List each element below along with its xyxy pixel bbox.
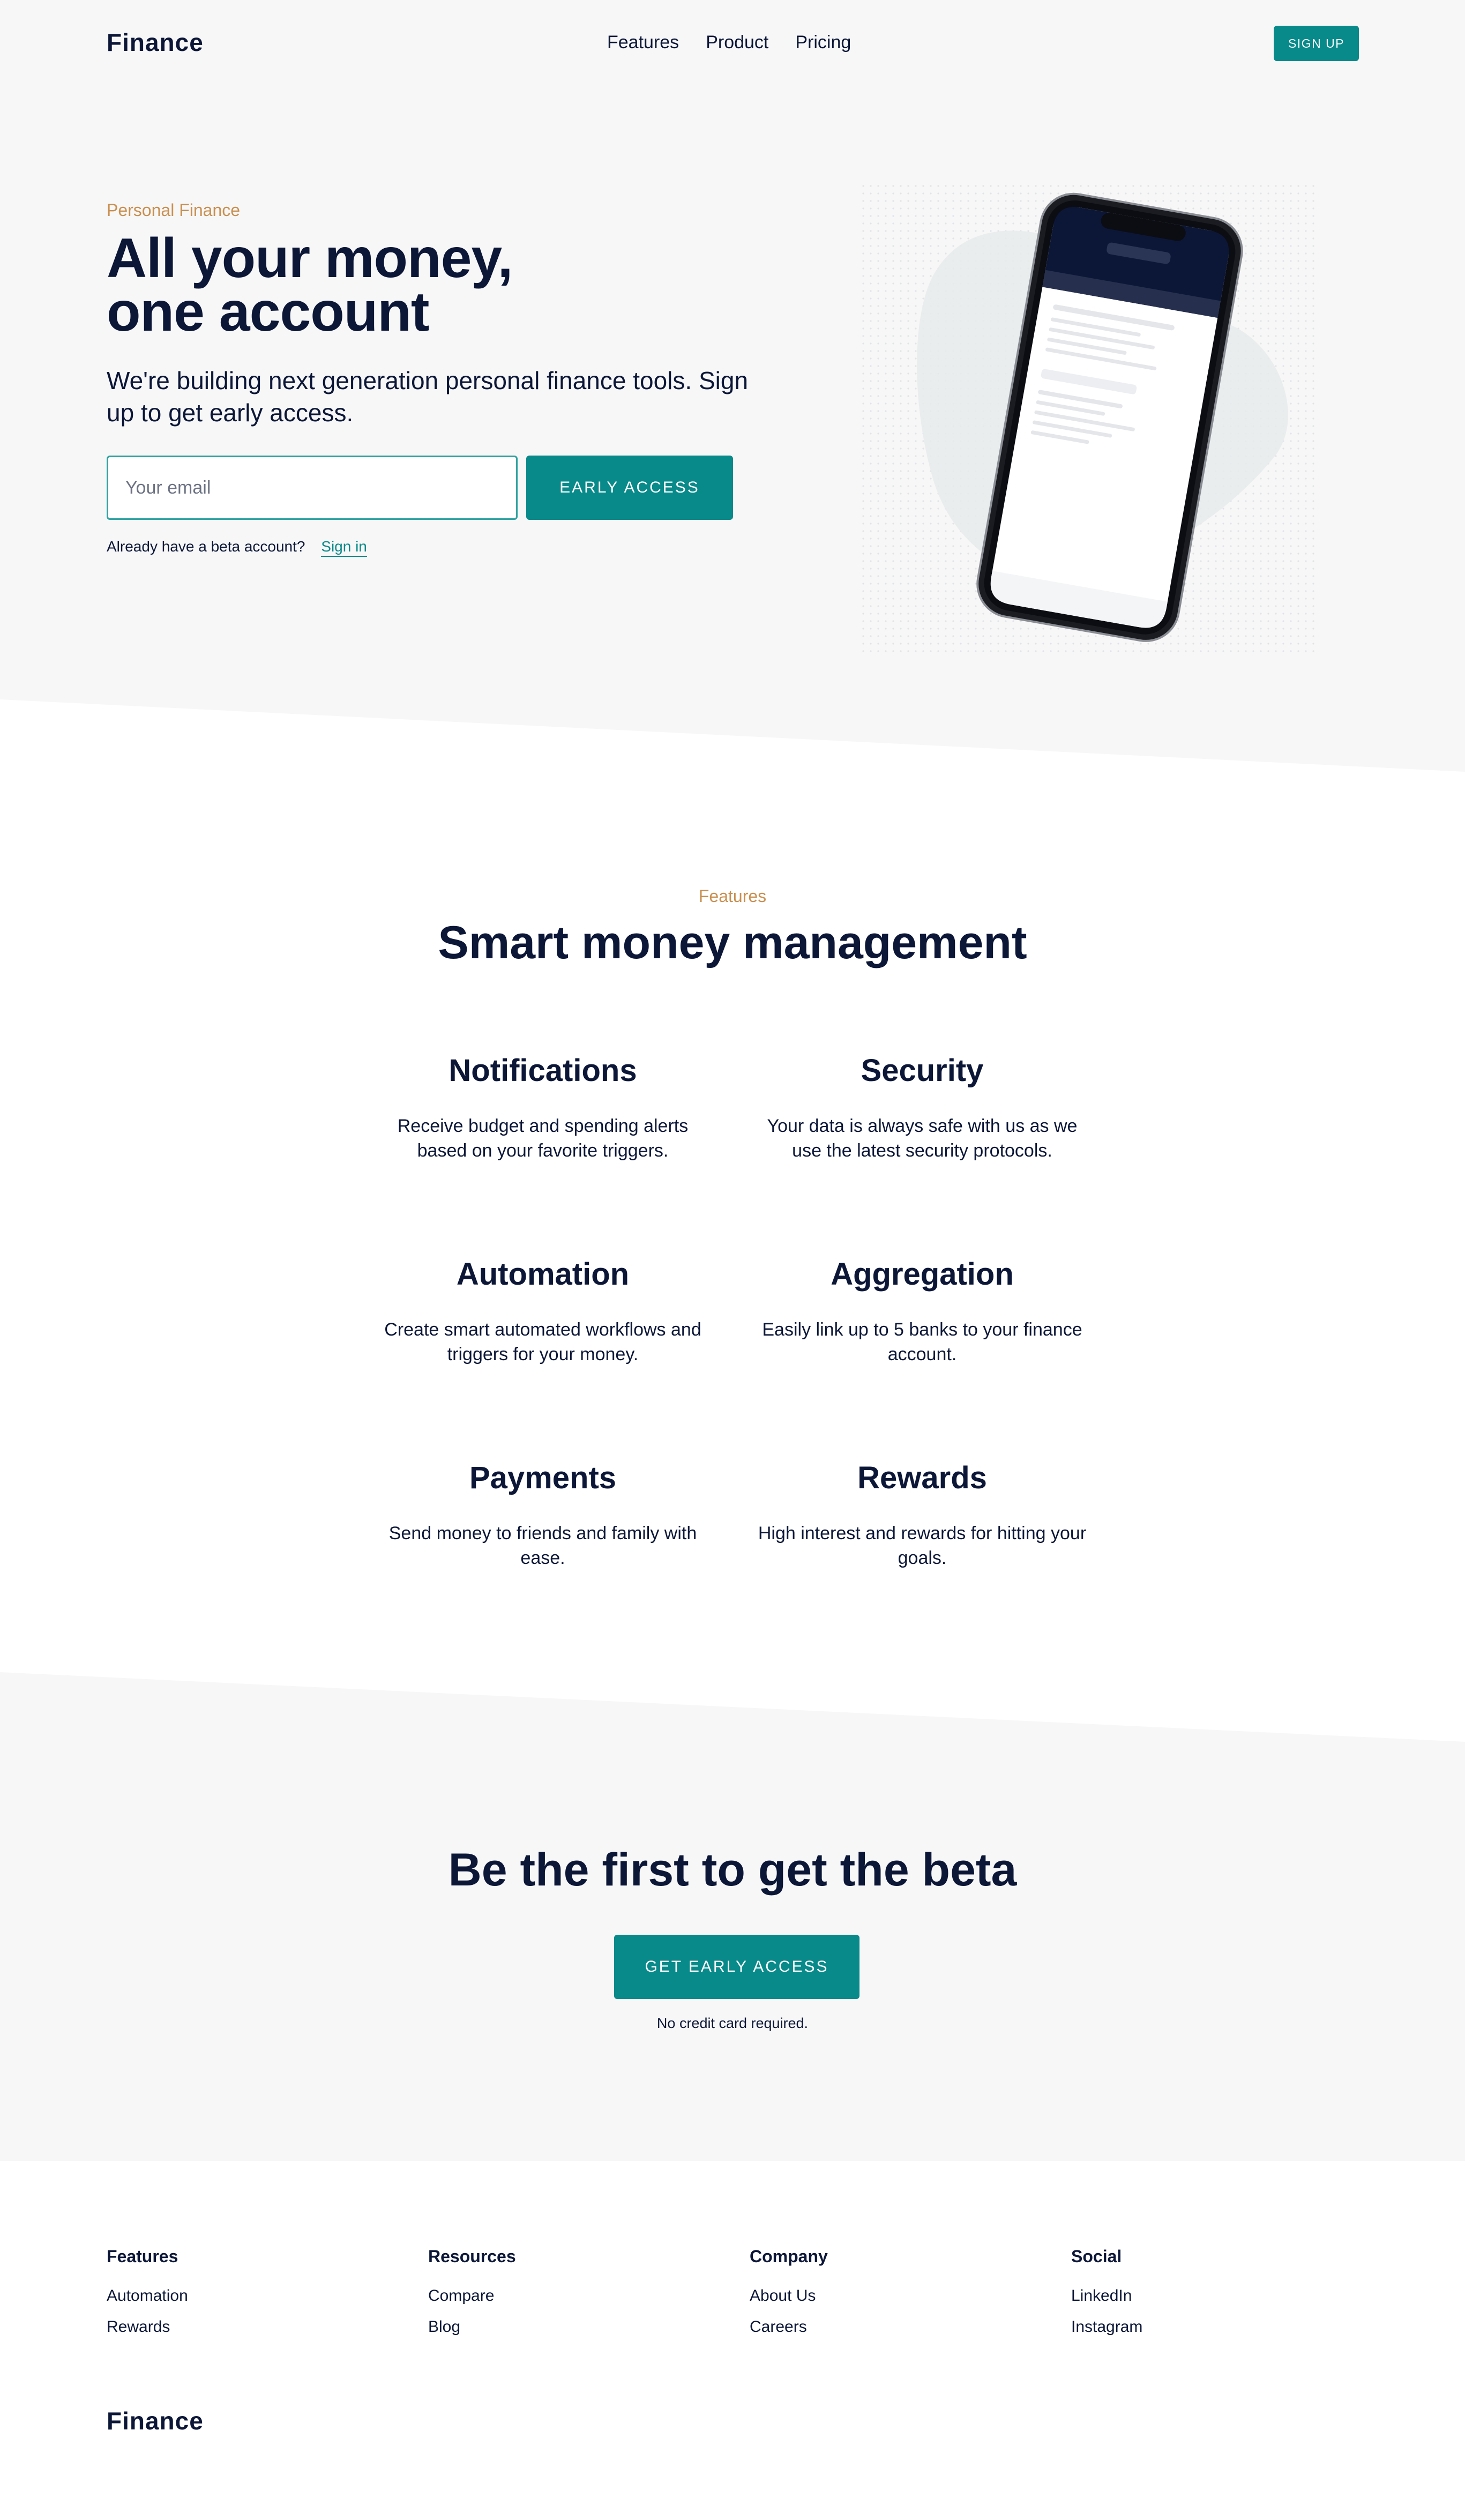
cta-note: No credit card required. xyxy=(656,2015,809,2031)
footer-link-careers[interactable]: Careers xyxy=(750,2312,828,2343)
footer-heading: Social xyxy=(1071,2247,1122,2266)
footer-link-blog[interactable]: Blog xyxy=(428,2312,516,2343)
footer-link-rewards[interactable]: Rewards xyxy=(107,2312,188,2343)
main-nav: Features Product Pricing xyxy=(607,32,851,53)
feature-description: High interest and rewards for hitting yo… xyxy=(758,1523,1087,1568)
cta-title: Be the first to get the beta xyxy=(448,1844,1017,1896)
footer-column-features: Features Automation Rewards xyxy=(107,2247,188,2343)
feature-title: Payments xyxy=(469,1460,617,1495)
hero-title: All your money, one account xyxy=(107,227,535,343)
feature-title: Aggregation xyxy=(831,1257,1014,1292)
hero-subtitle: We're building next generation personal … xyxy=(107,367,749,427)
footer-column-resources: Resources Compare Blog xyxy=(428,2247,516,2343)
feature-description: Send money to friends and family with ea… xyxy=(388,1523,697,1568)
email-input[interactable] xyxy=(107,456,518,520)
footer-link-linkedin[interactable]: LinkedIn xyxy=(1071,2280,1142,2312)
feature-title: Security xyxy=(861,1053,984,1088)
feature-description: Receive budget and spending alerts based… xyxy=(397,1116,689,1161)
feature-title: Automation xyxy=(456,1257,630,1292)
nav-link-product[interactable]: Product xyxy=(706,32,768,53)
features-title: Smart money management xyxy=(438,917,1027,968)
footer-link-automation[interactable]: Automation xyxy=(107,2280,188,2312)
footer-link-instagram[interactable]: Instagram xyxy=(1071,2312,1142,2343)
feature-description: Your data is always safe with us as we u… xyxy=(767,1116,1078,1161)
feature-rewards: Rewards High interest and rewards for hi… xyxy=(751,1457,1094,1570)
feature-description: Easily link up to 5 banks to your financ… xyxy=(762,1319,1082,1365)
footer-heading: Features xyxy=(107,2247,178,2266)
beta-account-line: Already have a beta account? Sign in xyxy=(107,538,367,557)
feature-automation: Automation Create smart automated workfl… xyxy=(371,1253,714,1367)
phone-illustration xyxy=(857,182,1318,654)
early-access-button[interactable]: EARLY ACCESS xyxy=(526,456,733,520)
footer-column-social: Social LinkedIn Instagram xyxy=(1071,2247,1142,2343)
feature-description: Create smart automated workflows and tri… xyxy=(384,1319,701,1365)
hero-eyebrow: Personal Finance xyxy=(107,200,241,220)
feature-title: Rewards xyxy=(857,1460,987,1495)
beta-account-text: Already have a beta account? xyxy=(107,538,305,555)
feature-title: Notifications xyxy=(449,1053,637,1088)
cta-section xyxy=(0,1672,1465,2161)
hero-title-line-2: one account xyxy=(107,281,430,343)
feature-aggregation: Aggregation Easily link up to 5 banks to… xyxy=(751,1253,1094,1367)
sign-in-link[interactable]: Sign in xyxy=(321,538,367,557)
footer-column-company: Company About Us Careers xyxy=(750,2247,828,2343)
get-early-access-button[interactable]: GET EARLY ACCESS xyxy=(614,1935,859,1999)
feature-payments: Payments Send money to friends and famil… xyxy=(371,1457,714,1570)
footer-heading: Resources xyxy=(428,2247,516,2266)
nav-link-pricing[interactable]: Pricing xyxy=(795,32,851,53)
sign-up-button[interactable]: SIGN UP xyxy=(1274,26,1359,61)
nav-logo[interactable]: Finance xyxy=(107,28,204,57)
nav-link-features[interactable]: Features xyxy=(607,32,679,53)
feature-security: Security Your data is always safe with u… xyxy=(751,1049,1094,1163)
hero-title-line-1: All your money, xyxy=(107,227,513,289)
footer-link-about-us[interactable]: About Us xyxy=(750,2280,828,2312)
footer-link-compare[interactable]: Compare xyxy=(428,2280,516,2312)
footer-heading: Company xyxy=(750,2247,828,2266)
features-eyebrow: Features xyxy=(698,886,767,906)
footer-logo[interactable]: Finance xyxy=(107,2406,204,2435)
feature-notifications: Notifications Receive budget and spendin… xyxy=(371,1049,714,1163)
